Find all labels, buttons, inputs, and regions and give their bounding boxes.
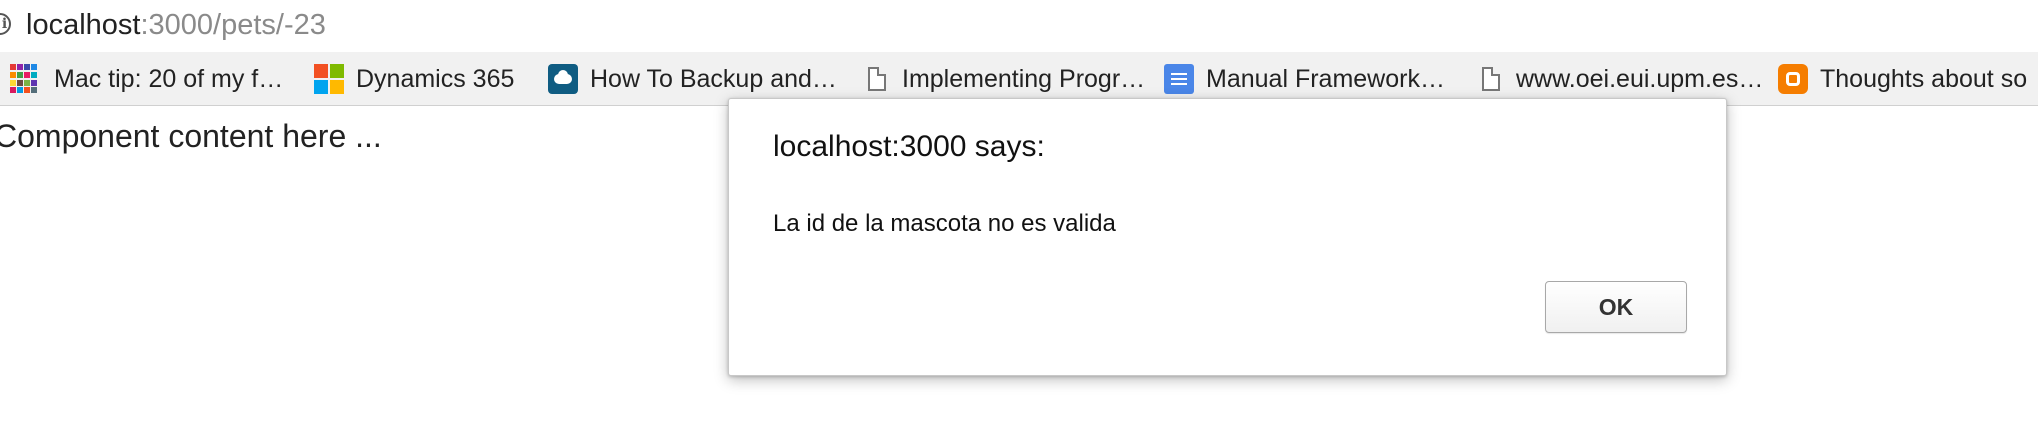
- component-content-text: Component content here ...: [0, 118, 382, 154]
- page-icon: [868, 67, 886, 91]
- bookmark-label: How To Backup and…: [590, 64, 837, 93]
- microsoft-logo-icon: [314, 64, 344, 94]
- bookmark-manual-framework[interactable]: Manual Framework…: [1164, 64, 1445, 94]
- bookmark-implementing-progr[interactable]: Implementing Progr…: [862, 64, 1145, 94]
- page-icon: [1482, 67, 1500, 91]
- browser-window: i localhost:3000/pets/-23 Mac tip: 20 of…: [0, 0, 2038, 444]
- bookmark-label: Thoughts about so: [1820, 64, 2028, 93]
- bookmark-label: Implementing Progr…: [902, 64, 1146, 93]
- bookmark-thoughts-about[interactable]: Thoughts about so: [1778, 64, 2027, 94]
- info-icon[interactable]: i: [0, 13, 11, 35]
- colorful-grid-icon: [8, 62, 42, 96]
- blogger-icon: [1778, 64, 1808, 94]
- google-docs-icon: [1164, 64, 1194, 94]
- bookmark-mac-tip[interactable]: Mac tip: 20 of my f…: [8, 64, 283, 94]
- cloud-icon: [548, 64, 578, 94]
- ok-button[interactable]: OK: [1545, 281, 1687, 333]
- url-path: :3000/pets/-23: [140, 9, 326, 41]
- bookmark-label: www.oei.eui.upm.es…: [1516, 64, 1764, 93]
- address-bar[interactable]: i localhost:3000/pets/-23: [0, 0, 2038, 50]
- bookmark-oei-eui-upm[interactable]: www.oei.eui.upm.es…: [1476, 64, 1763, 94]
- bookmark-label: Manual Framework…: [1206, 64, 1445, 93]
- bookmark-how-to-backup[interactable]: How To Backup and…: [548, 64, 837, 94]
- url-text[interactable]: localhost:3000/pets/-23: [26, 8, 326, 42]
- url-host: localhost: [26, 9, 141, 41]
- bookmark-dynamics-365[interactable]: Dynamics 365: [314, 64, 514, 94]
- bookmark-label: Dynamics 365: [356, 64, 515, 93]
- dialog-message: La id de la mascota no es valida: [773, 210, 1116, 237]
- dialog-title: localhost:3000 says:: [773, 130, 1045, 163]
- alert-dialog: localhost:3000 says: La id de la mascota…: [728, 98, 1727, 376]
- bookmark-label: Mac tip: 20 of my f…: [54, 64, 284, 93]
